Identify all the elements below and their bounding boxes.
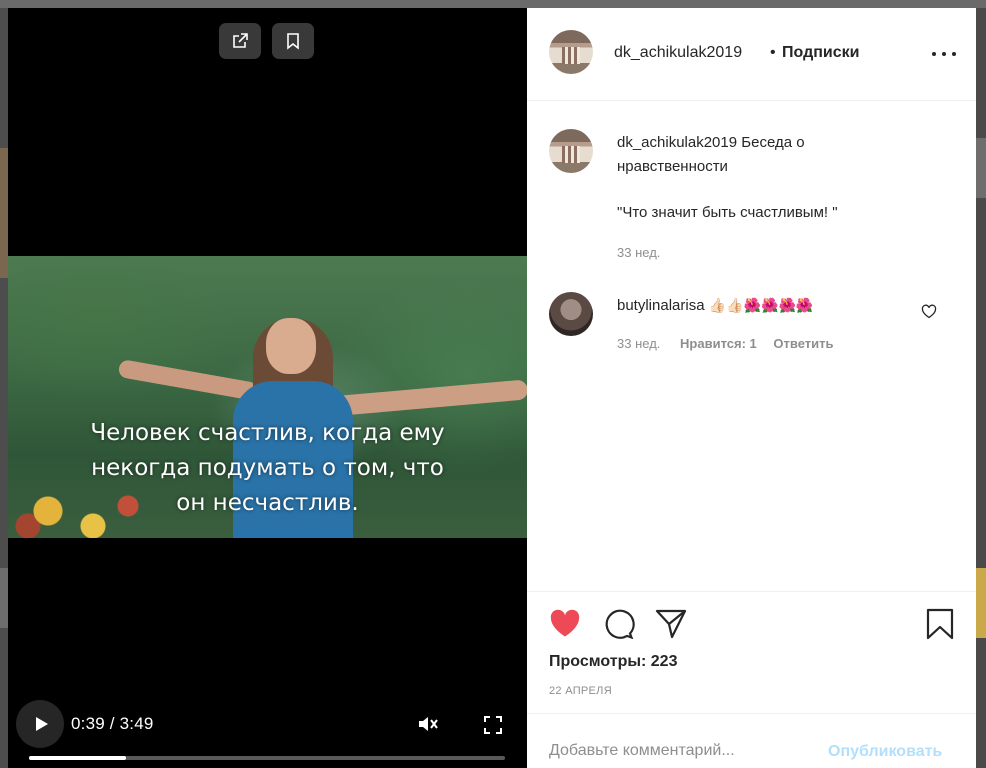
bookmark-video-button[interactable] — [272, 23, 314, 59]
video-progress-bar[interactable] — [29, 756, 505, 760]
publish-button[interactable]: Опубликовать — [828, 743, 942, 761]
add-comment-input[interactable] — [549, 742, 819, 760]
video-time: 0:39 / 3:49 — [71, 714, 154, 733]
comment-likes[interactable]: Нравится: 1 — [680, 336, 757, 351]
caption-text: нравственности — [617, 158, 728, 175]
more-options-button[interactable] — [932, 46, 956, 62]
caption-quote: "Что значит быть счастливым! " — [617, 204, 838, 221]
caption-line: некогда подумать о том, что — [91, 455, 444, 481]
caption-line: он несчастлив. — [176, 490, 359, 516]
backdrop-right — [976, 8, 986, 768]
video-frame: Человек счастлив, когда ему некогда поду… — [8, 256, 527, 538]
caption-line: Человек счастлив, когда ему — [90, 420, 445, 446]
bookmark-icon — [287, 33, 299, 50]
reply-button[interactable]: Ответить — [773, 336, 833, 351]
share-external-button[interactable] — [219, 23, 261, 59]
comment-time[interactable]: 33 нед. — [617, 336, 660, 351]
comment: butylinalarisa 👍🏻👍🏻🌺🌺🌺🌺 — [617, 293, 813, 318]
author-username[interactable]: dk_achikulak2019 — [614, 44, 742, 62]
caption-comment: dk_achikulak2019 Беседа о нравственности — [617, 131, 805, 179]
avatar[interactable] — [549, 292, 593, 336]
avatar[interactable] — [549, 129, 593, 173]
muted-speaker-icon[interactable] — [417, 714, 439, 734]
post-panel: dk_achikulak2019 • Подписки dk_achikulak… — [527, 8, 976, 768]
like-heart-icon[interactable] — [549, 609, 581, 638]
post-header: dk_achikulak2019 • Подписки — [527, 8, 976, 101]
views-count[interactable]: Просмотры: 223 — [549, 653, 677, 671]
video-progress-fill — [29, 756, 127, 760]
caption-time[interactable]: 33 нед. — [617, 245, 660, 260]
following-button[interactable]: Подписки — [782, 44, 859, 62]
save-bookmark-icon[interactable] — [925, 608, 955, 640]
share-send-icon[interactable] — [655, 609, 687, 639]
fullscreen-icon[interactable] — [484, 716, 502, 734]
caption-text: Беседа о — [737, 134, 805, 151]
comment-bubble-icon[interactable] — [603, 609, 635, 639]
post-date[interactable]: 22 АПРЕЛЯ — [549, 685, 612, 697]
comment-text: 👍🏻👍🏻🌺🌺🌺🌺 — [708, 297, 814, 313]
comment-username[interactable]: dk_achikulak2019 — [617, 134, 737, 151]
play-button[interactable] — [16, 700, 64, 748]
separator-dot: • — [770, 44, 776, 61]
play-icon — [35, 717, 48, 731]
backdrop-top — [0, 0, 986, 8]
video-player[interactable]: Человек счастлив, когда ему некогда поду… — [8, 8, 527, 768]
more-dots-icon — [932, 52, 936, 56]
like-comment-heart-icon[interactable] — [921, 304, 937, 319]
share-external-icon — [233, 33, 248, 48]
divider — [527, 713, 976, 714]
comment-username[interactable]: butylinalarisa — [617, 297, 705, 314]
backdrop-left — [0, 8, 8, 768]
avatar[interactable] — [549, 30, 593, 74]
video-caption: Человек счастлив, когда ему некогда поду… — [8, 416, 527, 521]
comment-meta: 33 нед. Нравится: 1 Ответить — [617, 336, 833, 351]
divider — [527, 591, 976, 592]
